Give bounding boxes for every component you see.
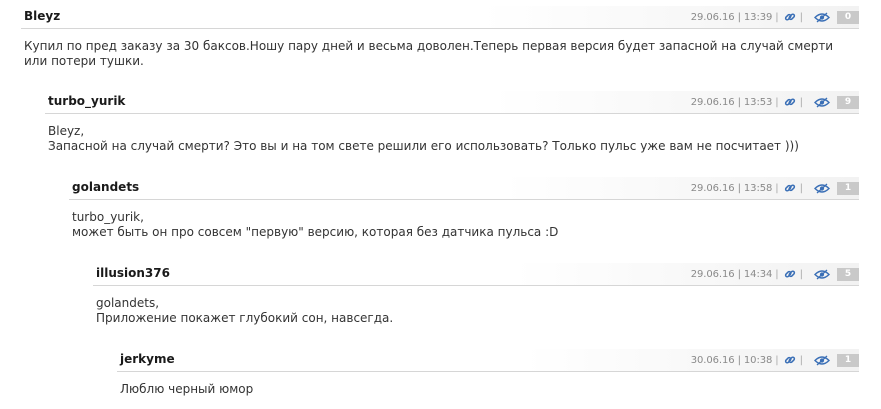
comment-text: Люблю черный юмор [120,382,254,396]
comment-text: golandets, Приложение покажет глубокий с… [96,296,394,325]
link-icon[interactable] [783,10,797,24]
meta-separator: | [775,96,779,108]
comment-date: 29.06.16 | 14:34 [690,268,773,280]
rating-badge[interactable]: 0 [837,10,859,24]
comment: jerkyme 30.06.16 | 10:38 | | 1 Люблю чер… [117,349,859,397]
comment: golandets 29.06.16 | 13:58 | | 1 turbo_y… [69,177,859,240]
comment-author[interactable]: turbo_yurik [48,94,125,108]
rating-badge[interactable]: 5 [837,267,859,281]
comment-header: Bleyz 29.06.16 | 13:39 | | 0 [21,6,859,29]
rating-badge[interactable]: 9 [837,95,859,109]
comment-header: jerkyme 30.06.16 | 10:38 | | 1 [117,349,859,372]
eye-icon[interactable] [813,95,831,109]
comment-text: Bleyz, Запасной на случай смерти? Это вы… [48,124,799,153]
comment-author[interactable]: Bleyz [24,9,60,23]
comment: Bleyz 29.06.16 | 13:39 | | 0 Купил по пр… [21,6,859,69]
eye-icon[interactable] [813,267,831,281]
comment-date: 29.06.16 | 13:53 [690,96,773,108]
comment-meta: 29.06.16 | 13:39 | | 0 [691,10,859,24]
comment-header: illusion376 29.06.16 | 14:34 | | 5 [93,263,859,286]
comment-author[interactable]: jerkyme [120,352,175,366]
eye-icon[interactable] [813,353,831,367]
link-icon[interactable] [783,267,797,281]
meta-separator: | [775,354,779,366]
link-icon[interactable] [783,353,797,367]
eye-icon[interactable] [813,10,831,24]
meta-separator: | [775,182,779,194]
meta-separator: | [799,182,803,194]
rating-badge[interactable]: 1 [837,181,859,195]
comment-date: 29.06.16 | 13:39 [690,11,773,23]
comment: illusion376 29.06.16 | 14:34 | | 5 golan… [93,263,859,326]
meta-separator: | [799,96,803,108]
comment-author[interactable]: golandets [72,180,139,194]
comment-date: 30.06.16 | 10:38 [690,354,773,366]
comment-meta: 30.06.16 | 10:38 | | 1 [691,353,859,367]
comment-meta: 29.06.16 | 13:53 | | 9 [691,95,859,109]
comment-header: turbo_yurik 29.06.16 | 13:53 | | 9 [45,91,859,114]
eye-icon[interactable] [813,181,831,195]
rating-badge[interactable]: 1 [837,353,859,367]
comment: turbo_yurik 29.06.16 | 13:53 | | 9 Bleyz… [45,91,859,154]
comment-header: golandets 29.06.16 | 13:58 | | 1 [69,177,859,200]
comment-date: 29.06.16 | 13:58 [690,182,773,194]
comment-meta: 29.06.16 | 14:34 | | 5 [691,267,859,281]
link-icon[interactable] [783,95,797,109]
comment-text: turbo_yurik, может быть он про совсем "п… [72,210,559,239]
meta-separator: | [799,354,803,366]
meta-separator: | [799,11,803,23]
comment-meta: 29.06.16 | 13:58 | | 1 [691,181,859,195]
meta-separator: | [775,268,779,280]
comment-text: Купил по пред заказу за 30 баксов.Ношу п… [24,39,834,68]
comment-author[interactable]: illusion376 [96,266,170,280]
meta-separator: | [799,268,803,280]
link-icon[interactable] [783,181,797,195]
meta-separator: | [775,11,779,23]
